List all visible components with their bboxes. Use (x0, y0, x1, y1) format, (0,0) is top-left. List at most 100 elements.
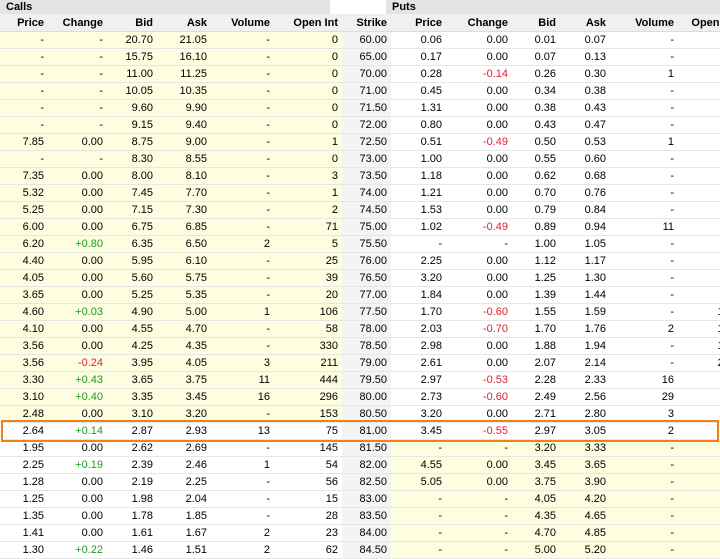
cell-put-bid: 0.26 (512, 65, 560, 83)
col-header-put-volume[interactable]: Volume (610, 14, 678, 32)
cell-call-open-int: 1 (274, 133, 342, 151)
cell-put-open-int: 43 (678, 388, 720, 406)
option-row[interactable]: 7.35 0.00 8.00 8.10-3 73.50 1.18 0.00 0.62 0.68-… (0, 167, 720, 185)
option-row[interactable]: 4.05 0.00 5.60 5.75-39 76.50 3.20 0.00 1.25 1.30… (0, 269, 720, 287)
cell-put-volume: - (610, 184, 678, 202)
option-row[interactable]: 5.32 0.00 7.45 7.70-1 74.00 1.21 0.00 0.70 0.76-… (0, 184, 720, 202)
col-header-call-volume[interactable]: Volume (211, 14, 274, 32)
cell-put-price: - (391, 490, 446, 508)
col-header-call-ask[interactable]: Ask (157, 14, 211, 32)
option-row[interactable]: 3.65 0.00 5.25 5.35-20 77.00 1.84 0.00 1.39 1.44… (0, 286, 720, 304)
option-row[interactable]: 3.56 -0.24 3.95 4.05 3 211 79.00 2.61 0.00 2.07 2.… (0, 354, 720, 372)
cell-call-bid: 7.45 (107, 184, 157, 202)
cell-put-change: 0.00 (446, 269, 512, 287)
col-header-put-bid[interactable]: Bid (512, 14, 560, 32)
cell-call-ask: 3.20 (157, 405, 211, 423)
cell-put-change: - (446, 490, 512, 508)
option-row[interactable]: --10.0510.35-071.000.450.000.340.38-14 (0, 82, 720, 100)
cell-put-volume: - (610, 490, 678, 508)
cell-put-open-int: 236 (678, 354, 720, 372)
col-header-call-change[interactable]: Change (48, 14, 107, 32)
option-row[interactable]: 4.40 0.00 5.95 6.10-25 76.00 2.25 0.00 1.12 1.17… (0, 252, 720, 270)
col-header-put-change[interactable]: Change (446, 14, 512, 32)
cell-put-ask: 0.84 (560, 201, 610, 219)
cell-call-price: - (0, 31, 48, 49)
cell-put-ask: 1.76 (560, 320, 610, 338)
cell-put-open-int: 0 (678, 541, 720, 559)
cell-put-price: - (391, 541, 446, 559)
cell-strike: 83.50 (342, 507, 391, 525)
option-row[interactable]: --9.159.40-072.000.800.000.430.47-58 (0, 116, 720, 134)
option-row[interactable]: --11.0011.25-070.000.28-0.140.260.30151 (0, 65, 720, 83)
cell-call-open-int: 20 (274, 286, 342, 304)
option-row[interactable]: 1.950.002.622.69-14581.50--3.203.33-0 (0, 439, 720, 457)
cell-put-volume: - (610, 235, 678, 253)
option-row[interactable]: 4.60 +0.03 4.90 5.00 1 106 77.50 1.70 -0.60 1.55 1… (0, 303, 720, 321)
cell-call-volume: - (211, 507, 274, 525)
option-row[interactable]: 1.28 0.00 2.19 2.25-56 82.50 5.05 0.00 3.75 3.90… (0, 473, 720, 491)
col-header-strike[interactable]: Strike (342, 14, 391, 32)
cell-put-open-int: 10 (678, 473, 720, 491)
cell-call-price: 6.20 (0, 235, 48, 253)
cell-call-price: 7.35 (0, 167, 48, 185)
col-header-put-ask[interactable]: Ask (560, 14, 610, 32)
option-row[interactable]: 3.56 0.00 4.25 4.35-330 78.50 2.98 0.00 1.88 1.9… (0, 337, 720, 355)
col-header-call-price[interactable]: Price (0, 14, 48, 32)
col-header-call-open-int[interactable]: Open Int (274, 14, 342, 32)
cell-strike: 75.00 (342, 218, 391, 236)
option-row[interactable]: 7.85 0.00 8.75 9.00-1 72.50 0.51 -0.49 0.50 0.53… (0, 133, 720, 151)
cell-put-change: 0.00 (446, 354, 512, 372)
cell-call-price: 1.35 (0, 507, 48, 525)
option-row[interactable]: 1.30+0.221.461.5126284.50--5.005.20-0 (0, 541, 720, 559)
col-header-call-bid[interactable]: Bid (107, 14, 157, 32)
cell-call-change: 0.00 (48, 439, 107, 457)
cell-put-volume: - (610, 150, 678, 168)
cell-call-bid: 2.39 (107, 456, 157, 474)
cell-call-price: 4.60 (0, 303, 48, 321)
cell-put-open-int: 132 (678, 320, 720, 338)
cell-call-ask: 5.00 (157, 303, 211, 321)
col-header-put-open-int[interactable]: Open Int (678, 14, 720, 32)
col-header-put-price[interactable]: Price (391, 14, 446, 32)
cell-call-volume: - (211, 150, 274, 168)
cell-call-open-int: 296 (274, 388, 342, 406)
cell-put-ask: 1.30 (560, 269, 610, 287)
cell-call-price: 2.64 (0, 422, 48, 440)
option-row[interactable]: 2.25 +0.19 2.39 2.46 1 54 82.00 4.55 0.00 3.45 3.6… (0, 456, 720, 474)
option-row[interactable]: 6.00 0.00 6.75 6.85-71 75.00 1.02 -0.49 0.89 0.9… (0, 218, 720, 236)
option-row[interactable]: 4.10 0.00 4.55 4.70-58 78.00 2.03 -0.70 1.70 1.7… (0, 320, 720, 338)
cell-put-volume: 2 (610, 320, 678, 338)
cell-put-ask: 0.53 (560, 133, 610, 151)
cell-call-volume: - (211, 269, 274, 287)
cell-call-open-int: 0 (274, 99, 342, 117)
cell-call-bid: 20.70 (107, 31, 157, 49)
cell-call-change: 0.00 (48, 337, 107, 355)
option-row[interactable]: 6.20+0.806.356.502575.50--1.001.05-0 (0, 235, 720, 253)
cell-put-ask: 0.47 (560, 116, 610, 134)
option-row[interactable]: 2.48 0.00 3.10 3.20-153 80.50 3.20 0.00 2.71 2.8… (0, 405, 720, 423)
option-row[interactable]: --15.7516.10-065.000.170.000.070.13-20 (0, 48, 720, 66)
cell-strike: 76.50 (342, 269, 391, 287)
cell-put-change: 0.00 (446, 82, 512, 100)
option-row[interactable]: 3.30 +0.43 3.65 3.75 11 444 79.50 2.97 -0.53 2.28… (0, 371, 720, 389)
cell-put-bid: 0.34 (512, 82, 560, 100)
cell-strike: 80.50 (342, 405, 391, 423)
cell-call-ask: 21.05 (157, 31, 211, 49)
option-row[interactable]: 1.410.001.611.6722384.00--4.704.85-0 (0, 524, 720, 542)
cell-call-price: 2.25 (0, 456, 48, 474)
option-row[interactable]: --8.308.55-073.001.000.000.550.60-11 (0, 150, 720, 168)
cell-put-open-int: 38 (678, 133, 720, 151)
option-row[interactable]: 1.250.001.982.04-1583.00--4.054.20-0 (0, 490, 720, 508)
cell-call-bid: 11.00 (107, 65, 157, 83)
cell-call-price: 4.40 (0, 252, 48, 270)
option-row[interactable]: 2.64 +0.14 2.87 2.93 13 75 81.00 3.45 -0.55 2.97 3… (0, 422, 720, 440)
option-row[interactable]: 5.25 0.00 7.15 7.30-2 74.50 1.53 0.00 0.79 0.84-… (0, 201, 720, 219)
option-row[interactable]: --9.609.90-071.501.310.000.380.43-32 (0, 99, 720, 117)
cell-call-price: 3.65 (0, 286, 48, 304)
cell-call-ask: 9.90 (157, 99, 211, 117)
option-row[interactable]: 1.350.001.781.85-2883.50--4.354.65-0 (0, 507, 720, 525)
option-row[interactable]: 3.10 +0.40 3.35 3.45 16 296 80.00 2.73 -0.60 2.49… (0, 388, 720, 406)
cell-put-ask: 0.07 (560, 31, 610, 49)
option-row[interactable]: --20.7021.05-060.000.060.000.010.07-4 (0, 31, 720, 49)
cell-call-volume: - (211, 31, 274, 49)
